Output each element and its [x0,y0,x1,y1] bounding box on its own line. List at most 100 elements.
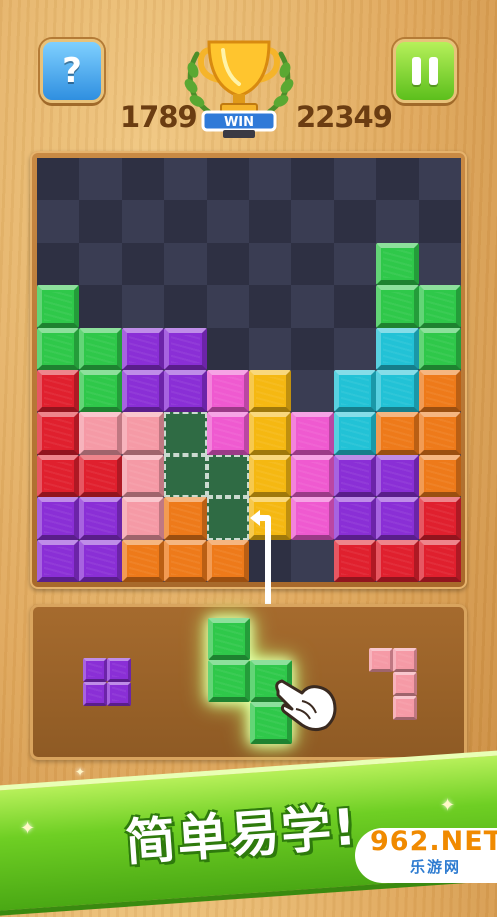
board-cell[interactable] [291,285,334,328]
board-cell[interactable] [79,454,122,498]
board-cell[interactable] [79,285,122,328]
board-cell[interactable] [376,200,419,243]
board-cell[interactable] [121,327,165,370]
board-cell[interactable] [79,412,122,455]
board-cell[interactable] [418,454,461,498]
board-cell[interactable] [376,454,419,498]
board-cell[interactable] [248,242,292,286]
board-cell[interactable] [37,242,80,286]
board-cell[interactable] [206,158,249,201]
board-cell[interactable] [418,412,461,455]
board-cell[interactable] [418,539,461,582]
board-cell[interactable] [333,158,377,201]
board-cell[interactable] [291,539,334,582]
board-cell[interactable] [206,539,249,582]
board-cell[interactable] [164,200,207,243]
board-cell[interactable] [206,497,249,540]
board-cell[interactable] [121,200,165,243]
board-cell[interactable] [37,497,80,540]
board-cell[interactable] [333,454,377,498]
board-cell[interactable] [418,200,461,243]
board-cell[interactable] [37,412,80,455]
board-cell[interactable] [121,369,165,413]
board-cell[interactable] [291,369,334,413]
board-cell[interactable] [206,369,249,413]
board-cell[interactable] [206,242,249,286]
board-cell[interactable] [248,285,292,328]
board-cell[interactable] [333,412,377,455]
board-cell[interactable] [37,327,80,370]
board-cell[interactable] [418,285,461,328]
board-cell[interactable] [164,242,207,286]
board-cell[interactable] [376,369,419,413]
board-cell[interactable] [206,285,249,328]
help-button[interactable]: ? [40,39,104,103]
board-cell[interactable] [37,369,80,413]
board-cell[interactable] [418,158,461,201]
board-cell[interactable] [206,412,249,455]
board-cell[interactable] [37,454,80,498]
board-cell[interactable] [121,158,165,201]
board-cell[interactable] [37,200,80,243]
board-cell[interactable] [376,539,419,582]
board-cell[interactable] [79,497,122,540]
board-cell[interactable] [79,327,122,370]
board-cell[interactable] [248,327,292,370]
board-cell[interactable] [333,539,377,582]
board-cell[interactable] [291,454,334,498]
board-cell[interactable] [121,454,165,498]
board-cell[interactable] [291,200,334,243]
board-cell[interactable] [37,285,80,328]
board-cell[interactable] [79,200,122,243]
board-cell[interactable] [333,369,377,413]
game-board[interactable] [37,158,461,582]
board-cell[interactable] [376,497,419,540]
board-cell[interactable] [248,412,292,455]
board-cell[interactable] [418,242,461,286]
board-cell[interactable] [121,539,165,582]
board-cell[interactable] [164,285,207,328]
board-cell[interactable] [248,454,292,498]
board-cell[interactable] [248,369,292,413]
board-cell[interactable] [291,327,334,370]
board-cell[interactable] [121,242,165,286]
board-cell[interactable] [37,539,80,582]
board-cell[interactable] [121,285,165,328]
board-cell[interactable] [79,158,122,201]
board-cell[interactable] [79,242,122,286]
board-cell[interactable] [376,158,419,201]
board-cell[interactable] [164,497,207,540]
board-cell[interactable] [291,412,334,455]
board-cell[interactable] [376,412,419,455]
board-cell[interactable] [121,412,165,455]
board-cell[interactable] [164,539,207,582]
board-cell[interactable] [333,200,377,243]
board-cell[interactable] [291,242,334,286]
board-cell[interactable] [164,158,207,201]
pause-button[interactable] [393,39,457,103]
board-cell[interactable] [333,242,377,286]
board-cell[interactable] [121,497,165,540]
board-cell[interactable] [206,200,249,243]
board-cell[interactable] [291,497,334,540]
board-cell[interactable] [79,539,122,582]
board-cell[interactable] [333,327,377,370]
board-cell[interactable] [291,158,334,201]
board-cell[interactable] [248,200,292,243]
board-cell[interactable] [376,327,419,370]
board-cell[interactable] [37,158,80,201]
board-cell[interactable] [206,454,249,498]
board-cell[interactable] [418,369,461,413]
board-cell[interactable] [333,497,377,540]
board-cell[interactable] [164,369,207,413]
board-cell[interactable] [164,327,207,370]
board-cell[interactable] [418,327,461,370]
board-cell[interactable] [376,242,419,286]
board-cell[interactable] [376,285,419,328]
board-cell[interactable] [206,327,249,370]
board-cell[interactable] [164,454,207,498]
board-cell[interactable] [79,369,122,413]
board-cell[interactable] [248,158,292,201]
board-cell[interactable] [418,497,461,540]
board-cell[interactable] [333,285,377,328]
